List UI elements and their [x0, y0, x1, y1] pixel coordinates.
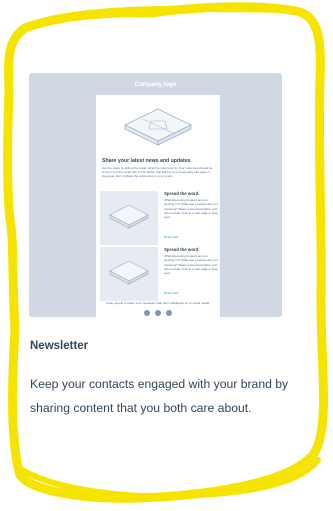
section-title: Spread the word. — [164, 191, 200, 196]
template-title: Newsletter — [30, 340, 89, 352]
newsletter-template-card[interactable]: Company logo Share your latest news and … — [26, 70, 288, 470]
read-more-link: Read more — [164, 235, 179, 239]
section-body: What interesting projects are you workin… — [164, 254, 218, 276]
email-body: Share your latest news and updates Get t… — [96, 95, 220, 317]
section-title: Spread the word — [164, 247, 199, 252]
email-intro: Get the stage by telling the reader what… — [102, 166, 213, 179]
content-section: Spread the word. What interesting projec… — [100, 191, 218, 247]
content-section: Spread the word What interesting project… — [100, 247, 218, 303]
email-footer-text: Invite people to share your newsletter w… — [106, 301, 210, 305]
facebook-icon — [144, 310, 150, 316]
read-more-link: Read more — [164, 291, 179, 295]
company-logo-text: Company logo — [134, 82, 177, 88]
section-image — [100, 191, 158, 245]
hero-illustration — [103, 97, 213, 157]
twitter-icon — [155, 310, 161, 316]
section-body: What interesting projects are you workin… — [164, 198, 218, 220]
section-image — [100, 247, 158, 301]
email-heading: Share your latest news and updates — [102, 158, 191, 164]
social-icons — [96, 310, 220, 317]
template-description: Keep your contacts engaged with your bra… — [30, 377, 289, 415]
linkedin-icon — [166, 310, 172, 316]
template-preview[interactable]: Company logo Share your latest news and … — [29, 73, 282, 317]
